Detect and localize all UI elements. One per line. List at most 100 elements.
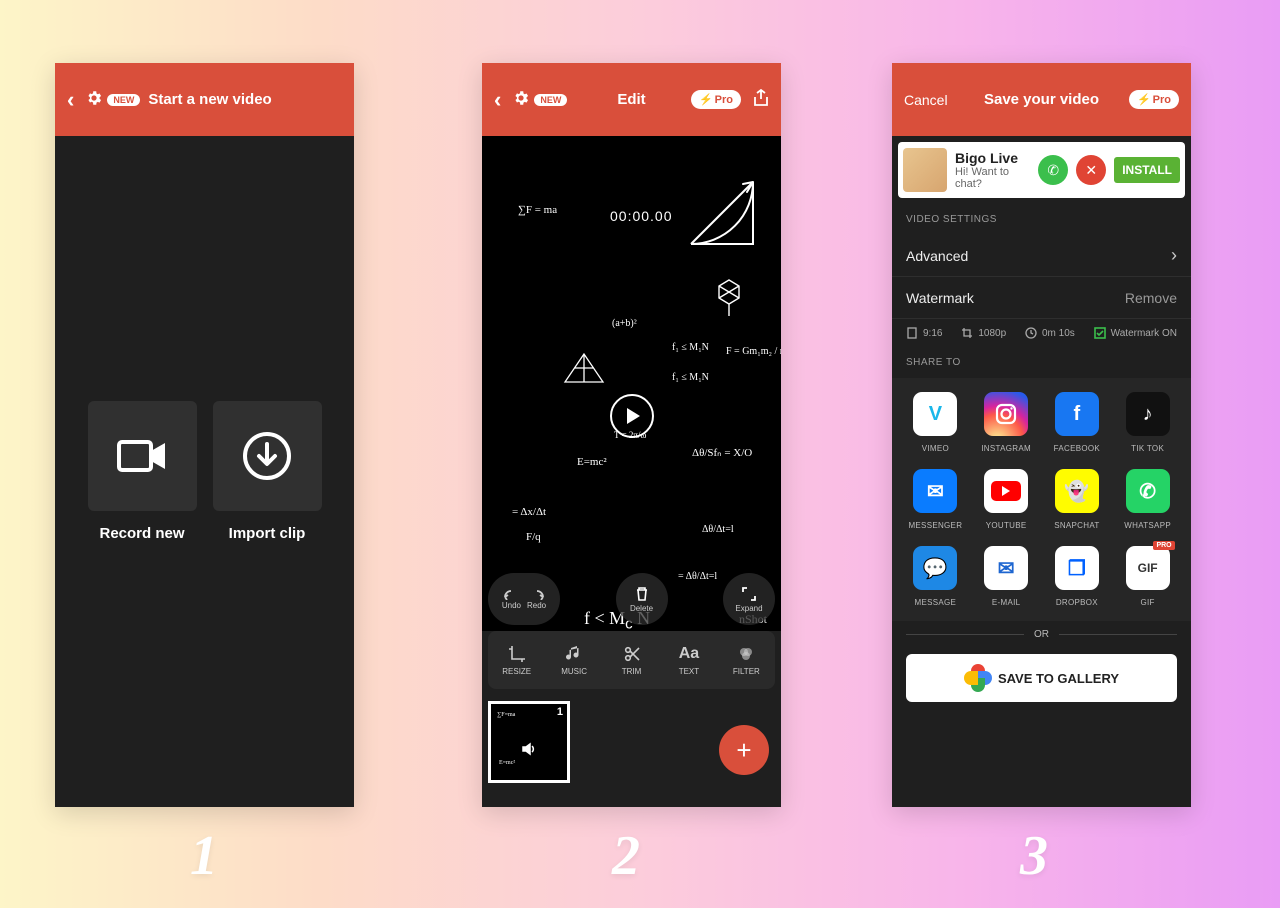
header-title: Edit <box>617 91 645 108</box>
share-label: VIMEO <box>922 444 949 453</box>
settings-icon[interactable] <box>85 89 103 111</box>
play-button[interactable] <box>610 394 654 438</box>
tiktok-icon: ♪ <box>1126 392 1170 436</box>
watermark-row[interactable]: Watermark Remove <box>892 277 1191 319</box>
step-number-3: 3 <box>1020 824 1048 888</box>
share-dropbox[interactable]: ❒DROPBOX <box>1042 546 1113 607</box>
share-gif[interactable]: GIFPROGIF <box>1112 546 1183 607</box>
message-icon: 💬 <box>913 546 957 590</box>
pro-label: Pro <box>715 94 733 106</box>
email-icon: ✉ <box>984 546 1028 590</box>
screen-start: ‹ NEW Start a new video Record new Impor… <box>55 63 354 807</box>
import-clip-button[interactable]: Import clip <box>213 401 322 542</box>
share-youtube[interactable]: YOUTUBE <box>971 469 1042 530</box>
redo-label: Redo <box>527 601 546 610</box>
molecule-icon <box>713 276 745 320</box>
share-label: MESSENGER <box>908 521 962 530</box>
share-email[interactable]: ✉ E-MAIL <box>971 546 1042 607</box>
header-title: Start a new video <box>148 91 271 108</box>
chevron-right-icon: › <box>1171 245 1177 266</box>
save-body: Bigo Live Hi! Want to chat? ✆ ✕ INSTALL … <box>892 136 1191 807</box>
pro-label: Pro <box>1153 94 1171 106</box>
pro-button[interactable]: ⚡Pro <box>691 90 741 109</box>
timecode: 00:00.00 <box>610 208 673 224</box>
vimeo-icon: V <box>913 392 957 436</box>
share-vimeo[interactable]: V VIMEO <box>900 392 971 453</box>
tool-trim[interactable]: TRIM <box>603 631 660 689</box>
plus-icon: + <box>736 735 751 766</box>
advanced-row[interactable]: Advanced › <box>892 235 1191 277</box>
stat-ratio: 9:16 <box>906 327 942 339</box>
undo-label: Undo <box>502 601 521 610</box>
tool-resize[interactable]: RESIZE <box>488 631 545 689</box>
call-decline-icon[interactable]: ✕ <box>1076 155 1106 185</box>
pro-button[interactable]: ⚡Pro <box>1129 90 1179 109</box>
video-stats: 9:16 1080p 0m 10s Watermark ON <box>892 319 1191 347</box>
tool-label: TRIM <box>622 667 642 676</box>
edit-toolbar: RESIZE MUSIC TRIM Aa TEXT FILTER <box>488 631 775 689</box>
whatsapp-icon: ✆ <box>1126 469 1170 513</box>
back-icon[interactable]: ‹ <box>67 87 74 113</box>
back-icon[interactable]: ‹ <box>494 87 501 113</box>
tool-label: RESIZE <box>502 667 531 676</box>
resize-icon <box>508 645 526 663</box>
tool-text[interactable]: Aa TEXT <box>660 631 717 689</box>
step-number-1: 1 <box>190 824 218 888</box>
screen-save: Cancel Save your video ⚡Pro Bigo Live Hi… <box>892 63 1191 807</box>
messenger-icon: ✉ <box>913 469 957 513</box>
clip-thumbnail[interactable]: 1 ∑F=ma E=mc² <box>488 701 570 783</box>
stat-duration: 0m 10s <box>1025 327 1075 339</box>
import-clip-label: Import clip <box>229 525 306 542</box>
share-icon[interactable] <box>753 89 769 111</box>
share-label: E-MAIL <box>992 598 1020 607</box>
clip-number: 1 <box>557 706 563 718</box>
gif-icon: GIFPRO <box>1126 546 1170 590</box>
settings-section-label: VIDEO SETTINGS <box>892 204 1191 235</box>
cancel-button[interactable]: Cancel <box>904 92 948 108</box>
new-badge: NEW <box>107 94 140 106</box>
expand-button[interactable]: Expand <box>723 573 775 625</box>
clip-strip: 1 ∑F=ma E=mc² + <box>482 689 781 795</box>
share-label: TIK TOK <box>1131 444 1164 453</box>
ad-title: Bigo Live <box>955 150 1030 166</box>
ad-subtitle: Hi! Want to chat? <box>955 166 1030 190</box>
filter-icon <box>737 645 755 663</box>
share-tiktok[interactable]: ♪ TIK TOK <box>1112 392 1183 453</box>
snapchat-icon: 👻 <box>1055 469 1099 513</box>
record-new-button[interactable]: Record new <box>88 401 197 542</box>
save-to-gallery-button[interactable]: SAVE TO GALLERY <box>906 654 1177 702</box>
video-preview[interactable]: ∑F = ma (a+b)² f₁ ≤ M₁N F = Gm₁m₂ / r² f… <box>482 136 781 631</box>
share-label: SNAPCHAT <box>1054 521 1099 530</box>
ad-avatar <box>903 148 947 192</box>
header: ‹ NEW Start a new video <box>55 63 354 136</box>
share-message[interactable]: 💬MESSAGE <box>900 546 971 607</box>
settings-icon[interactable] <box>512 89 530 111</box>
undo-redo-button[interactable]: Undo Redo <box>488 573 560 625</box>
edit-body: ∑F = ma (a+b)² f₁ ≤ M₁N F = Gm₁m₂ / r² f… <box>482 136 781 807</box>
call-accept-icon[interactable]: ✆ <box>1038 155 1068 185</box>
share-messenger[interactable]: ✉ MESSENGER <box>900 469 971 530</box>
share-facebook[interactable]: fFACEBOOK <box>1042 392 1113 453</box>
header: ‹ NEW Edit ⚡Pro <box>482 63 781 136</box>
share-whatsapp[interactable]: ✆WHATSAPP <box>1112 469 1183 530</box>
add-clip-button[interactable]: + <box>719 725 769 775</box>
camera-icon <box>88 401 197 511</box>
music-icon <box>565 645 583 663</box>
screen-edit: ‹ NEW Edit ⚡Pro ∑F = ma (a+b)² f₁ ≤ M₁N … <box>482 63 781 807</box>
stat-resolution: 1080p <box>961 327 1006 339</box>
delete-button[interactable]: Delete <box>616 573 668 625</box>
tool-label: TEXT <box>679 667 699 676</box>
tool-label: FILTER <box>733 667 760 676</box>
ratio-icon <box>906 327 918 339</box>
or-divider: OR <box>892 621 1191 648</box>
tool-filter[interactable]: FILTER <box>718 631 775 689</box>
start-options: Record new Import clip <box>55 136 354 807</box>
share-instagram[interactable]: INSTAGRAM <box>971 392 1042 453</box>
youtube-icon <box>984 469 1028 513</box>
remove-watermark-link[interactable]: Remove <box>1125 290 1177 306</box>
install-button[interactable]: INSTALL <box>1114 157 1180 183</box>
tool-music[interactable]: MUSIC <box>545 631 602 689</box>
ad-banner[interactable]: Bigo Live Hi! Want to chat? ✆ ✕ INSTALL <box>898 142 1185 198</box>
share-snapchat[interactable]: 👻 SNAPCHAT <box>1042 469 1113 530</box>
advanced-label: Advanced <box>906 248 968 264</box>
